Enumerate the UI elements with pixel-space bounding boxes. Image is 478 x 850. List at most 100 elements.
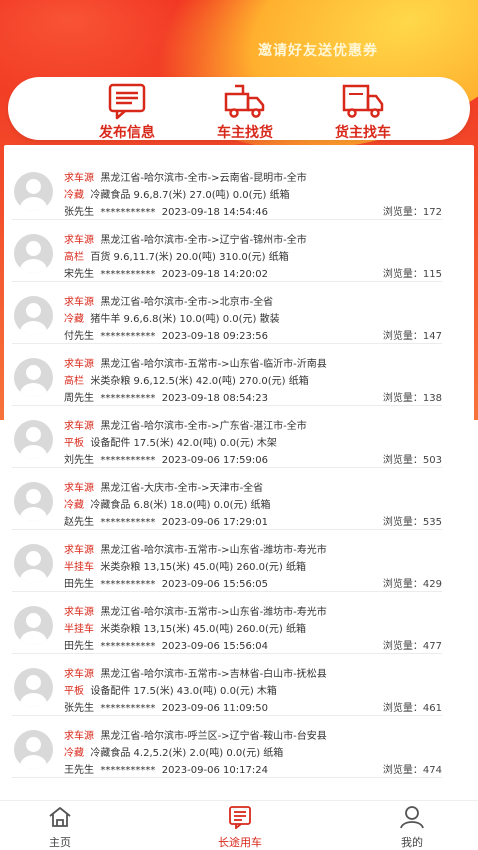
listing-item[interactable]: 求车源 黑龙江省-哈尔滨市-全市->辽宁省-锦州市-全市 高栏 百货 9.6,11…	[12, 220, 442, 282]
route-line: 求车源 黑龙江省-哈尔滨市-全市->云南省-昆明市-全市	[64, 169, 307, 184]
user-icon	[400, 806, 424, 829]
nav-mine[interactable]: 我的	[372, 805, 452, 850]
details-line: 平板 设备配件 17.5(米) 43.0(吨) 0.0(元) 木箱	[64, 682, 277, 697]
listing-item[interactable]: 求车源 黑龙江省-哈尔滨市-五常市->山东省-潍坊市-寿光市半挂车 米类杂粮 1…	[12, 592, 442, 654]
view-count: 浏览量：115	[382, 269, 442, 280]
phone-masked[interactable]: ***********	[100, 207, 155, 218]
avatar-body	[20, 755, 47, 769]
route-text: 黑龙江省-哈尔滨市-全市->北京市-全省	[100, 297, 274, 308]
car-type: 高栏	[64, 252, 84, 263]
avatar	[14, 172, 53, 211]
nav-long-distance[interactable]: 长途用车	[200, 805, 280, 850]
listing-tag: 求车源	[64, 669, 94, 680]
car-type: 半挂车	[64, 624, 94, 635]
phone-masked[interactable]: ***********	[100, 269, 155, 280]
route-line: 求车源 黑龙江省-哈尔滨市-呼兰区->辽宁省-鞍山市-台安县	[64, 727, 327, 742]
phone-masked[interactable]: ***********	[100, 703, 155, 714]
contact-line: 周先生 *********** 2023-09-18 08:54:23	[64, 389, 268, 404]
avatar-body	[20, 569, 47, 583]
avatar	[14, 606, 53, 645]
bottom-nav: 主页 长途用车 我的	[0, 800, 478, 850]
listing-tag: 求车源	[64, 359, 94, 370]
avatar	[14, 358, 53, 397]
driver-find-cargo-button[interactable]: 车主找货	[190, 82, 300, 142]
listing-item[interactable]: 求车源 黑龙江省-哈尔滨市-全市->北京市-全省冷藏 猪牛羊 9.6,6.8(米…	[12, 282, 442, 344]
avatar-body	[20, 197, 47, 211]
route-line: 求车源 黑龙江省-哈尔滨市-五常市->山东省-临沂市-沂南县	[64, 355, 327, 370]
contact-line: 宋先生 *********** 2023-09-18 14:20:02	[64, 265, 268, 280]
post-time: 2023-09-06 10:17:24	[161, 765, 268, 776]
avatar	[14, 296, 53, 335]
contact-line: 田先生 *********** 2023-09-06 15:56:04	[64, 637, 268, 652]
avatar-head	[26, 365, 41, 380]
avatar	[14, 730, 53, 769]
car-type: 冷藏	[64, 190, 84, 201]
listing-item[interactable]: 求车源 黑龙江省-哈尔滨市-五常市->吉林省-白山市-抚松县平板 设备配件 17…	[12, 654, 442, 716]
phone-masked[interactable]: ***********	[100, 393, 155, 404]
post-time: 2023-09-18 09:23:56	[161, 331, 268, 342]
phone-masked[interactable]: ***********	[100, 579, 155, 590]
route-line: 求车源 黑龙江省-哈尔滨市-五常市->山东省-潍坊市-寿光市	[64, 603, 327, 618]
route-line: 求车源 黑龙江省-哈尔滨市-五常市->山东省-潍坊市-寿光市	[64, 541, 327, 556]
phone-masked[interactable]: ***********	[100, 331, 155, 342]
cargo-details: 米类杂粮 13,15(米) 45.0(吨) 260.0(元) 纸箱	[100, 624, 307, 635]
contact-line: 田先生 *********** 2023-09-06 15:56:05	[64, 575, 268, 590]
avatar-head	[26, 179, 41, 194]
car-type: 冷藏	[64, 314, 84, 325]
list-card-icon	[229, 806, 251, 830]
phone-masked[interactable]: ***********	[100, 517, 155, 528]
contact-line: 张先生 *********** 2023-09-18 14:54:46	[64, 203, 268, 218]
listing-tag: 求车源	[64, 235, 94, 246]
view-count: 浏览量：503	[382, 455, 442, 466]
contact-line: 付先生 *********** 2023-09-18 09:23:56	[64, 327, 268, 342]
listing-tag: 求车源	[64, 297, 94, 308]
listing-item[interactable]: 求车源 黑龙江省-大庆市-全市->天津市-全省 冷藏 冷藏食品 6.8(米) 18…	[12, 468, 442, 530]
nav-home-label: 主页	[49, 836, 71, 849]
phone-masked[interactable]: ***********	[100, 765, 155, 776]
details-line: 冷藏 冷藏食品 9.6,8.7(米) 27.0(吨) 0.0(元) 纸箱	[64, 186, 290, 201]
car-type: 半挂车	[64, 562, 94, 573]
listing-item[interactable]: 求车源 黑龙江省-哈尔滨市-呼兰区->辽宁省-鞍山市-台安县 冷藏 冷藏食品 4.…	[12, 716, 442, 778]
listing-item[interactable]: 求车源 黑龙江省-哈尔滨市-全市->云南省-昆明市-全市 冷藏 冷藏食品 9.6,…	[12, 158, 442, 220]
cargo-details: 猪牛羊 9.6,6.8(米) 10.0(吨) 0.0(元) 散装	[90, 314, 280, 325]
view-count: 浏览量：429	[382, 579, 442, 590]
post-time: 2023-09-06 15:56:04	[161, 641, 268, 652]
contact-name: 张先生	[64, 207, 94, 218]
phone-masked[interactable]: ***********	[100, 641, 155, 652]
view-count: 浏览量：477	[382, 641, 442, 652]
avatar-head	[26, 427, 41, 442]
route-text: 黑龙江省-哈尔滨市-全市->云南省-昆明市-全市	[100, 173, 307, 184]
phone-masked[interactable]: ***********	[100, 455, 155, 466]
route-text: 黑龙江省-哈尔滨市-全市->广东省-湛江市-全市	[100, 421, 307, 432]
car-type: 高栏	[64, 376, 84, 387]
view-count: 浏览量：138	[382, 393, 442, 404]
cargo-details: 设备配件 17.5(米) 43.0(吨) 0.0(元) 木箱	[90, 686, 277, 697]
listing-tag: 求车源	[64, 173, 94, 184]
view-count: 浏览量：147	[382, 331, 442, 342]
view-count: 浏览量：474	[382, 765, 442, 776]
contact-name: 田先生	[64, 579, 94, 590]
contact-name: 田先生	[64, 641, 94, 652]
shipper-find-truck-button[interactable]: 货主找车	[308, 82, 418, 142]
route-line: 求车源 黑龙江省-哈尔滨市-全市->辽宁省-锦州市-全市	[64, 231, 307, 246]
cargo-details: 冷藏食品 9.6,8.7(米) 27.0(吨) 0.0(元) 纸箱	[90, 190, 290, 201]
contact-name: 王先生	[64, 765, 94, 776]
listing-item[interactable]: 求车源 黑龙江省-哈尔滨市-五常市->山东省-潍坊市-寿光市 半挂车 米类杂粮 1…	[12, 530, 442, 592]
route-text: 黑龙江省-哈尔滨市-五常市->吉林省-白山市-抚松县	[100, 669, 327, 680]
details-line: 高栏 百货 9.6,11.7(米) 20.0(吨) 310.0(元) 纸箱	[64, 248, 289, 263]
route-line: 求车源 黑龙江省-哈尔滨市-全市->广东省-湛江市-全市	[64, 417, 307, 432]
publish-info-button[interactable]: 发布信息	[72, 82, 182, 142]
listing-item[interactable]: 求车源 黑龙江省-哈尔滨市-全市->广东省-湛江市-全市 平板 设备配件 17.5…	[12, 406, 442, 468]
nav-home[interactable]: 主页	[20, 805, 100, 850]
invite-promo-link[interactable]: 邀请好友送优惠券	[258, 40, 378, 60]
listing-tag: 求车源	[64, 731, 94, 742]
avatar-head	[26, 489, 41, 504]
view-count: 浏览量：172	[382, 207, 442, 218]
contact-line: 王先生 *********** 2023-09-06 10:17:24	[64, 761, 268, 776]
car-type: 冷藏	[64, 500, 84, 511]
avatar-body	[20, 445, 47, 459]
document-list-icon	[108, 83, 146, 120]
avatar	[14, 668, 53, 707]
listing-item[interactable]: 求车源 黑龙江省-哈尔滨市-五常市->山东省-临沂市-沂南县 高栏 米类杂粮 9.…	[12, 344, 442, 406]
contact-name: 赵先生	[64, 517, 94, 528]
